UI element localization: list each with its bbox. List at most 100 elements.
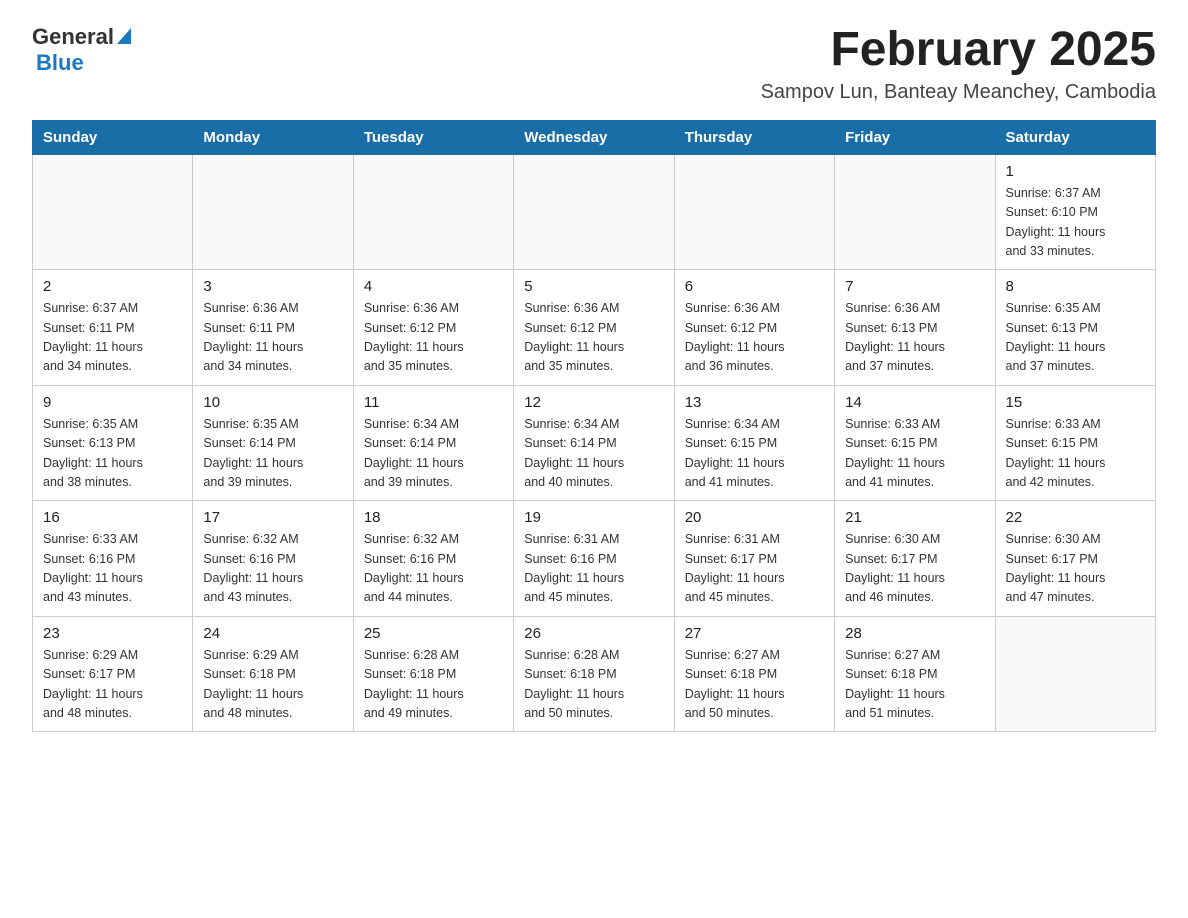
day-number: 26 xyxy=(524,625,663,642)
day-number: 3 xyxy=(203,278,342,295)
logo-blue-text: Blue xyxy=(36,50,84,76)
day-number: 21 xyxy=(845,509,984,526)
day-info: Sunrise: 6:35 AM Sunset: 6:13 PM Dayligh… xyxy=(1006,299,1145,377)
calendar-cell xyxy=(353,154,513,270)
calendar-cell: 5Sunrise: 6:36 AM Sunset: 6:12 PM Daylig… xyxy=(514,270,674,386)
day-number: 23 xyxy=(43,625,182,642)
day-info: Sunrise: 6:34 AM Sunset: 6:14 PM Dayligh… xyxy=(524,415,663,493)
day-info: Sunrise: 6:27 AM Sunset: 6:18 PM Dayligh… xyxy=(685,646,824,724)
day-number: 22 xyxy=(1006,509,1145,526)
calendar-week-row: 1 Sunrise: 6:37 AM Sunset: 6:10 PM Daylig… xyxy=(33,154,1156,270)
day-number: 12 xyxy=(524,394,663,411)
day-number: 1 xyxy=(1006,163,1145,180)
calendar-cell: 19 Sunrise: 6:31 AM Sunset: 6:16 PM Dayli… xyxy=(514,501,674,617)
page-header: General Blue February 2025 Sampov Lun, B… xyxy=(32,24,1156,104)
day-info: Sunrise: 6:33 AM Sunset: 6:15 PM Dayligh… xyxy=(1006,415,1145,493)
calendar-cell: 28 Sunrise: 6:27 AM Sunset: 6:18 PM Dayli… xyxy=(835,616,995,732)
day-info: Sunrise: 6:31 AM Sunset: 6:17 PM Dayligh… xyxy=(685,530,824,608)
day-info: Sunrise: 6:33 AM Sunset: 6:15 PM Dayligh… xyxy=(845,415,984,493)
calendar-cell: 11 Sunrise: 6:34 AM Sunset: 6:14 PM Dayli… xyxy=(353,385,513,501)
day-number: 25 xyxy=(364,625,503,642)
calendar-dow-monday: Monday xyxy=(193,120,353,154)
logo-triangle-icon xyxy=(117,28,131,49)
calendar-week-row: 16 Sunrise: 6:33 AM Sunset: 6:16 PM Dayli… xyxy=(33,501,1156,617)
day-number: 7 xyxy=(845,278,984,295)
day-number: 17 xyxy=(203,509,342,526)
calendar-dow-sunday: Sunday xyxy=(33,120,193,154)
day-info: Sunrise: 6:30 AM Sunset: 6:17 PM Dayligh… xyxy=(1006,530,1145,608)
calendar-cell xyxy=(995,616,1155,732)
calendar-dow-wednesday: Wednesday xyxy=(514,120,674,154)
day-info: Sunrise: 6:29 AM Sunset: 6:18 PM Dayligh… xyxy=(203,646,342,724)
calendar-cell xyxy=(674,154,834,270)
calendar-cell: 6 Sunrise: 6:36 AM Sunset: 6:12 PM Daylig… xyxy=(674,270,834,386)
day-info: Sunrise: 6:33 AM Sunset: 6:16 PM Dayligh… xyxy=(43,530,182,608)
calendar-cell: 17 Sunrise: 6:32 AM Sunset: 6:16 PM Dayli… xyxy=(193,501,353,617)
logo: General Blue xyxy=(32,24,131,76)
day-info: Sunrise: 6:35 AM Sunset: 6:13 PM Dayligh… xyxy=(43,415,182,493)
location-subtitle: Sampov Lun, Banteay Meanchey, Cambodia xyxy=(761,81,1156,104)
day-info: Sunrise: 6:36 AM Sunset: 6:12 PM Dayligh… xyxy=(364,299,503,377)
calendar-dow-tuesday: Tuesday xyxy=(353,120,513,154)
day-info: Sunrise: 6:36 AM Sunset: 6:11 PM Dayligh… xyxy=(203,299,342,377)
day-info: Sunrise: 6:27 AM Sunset: 6:18 PM Dayligh… xyxy=(845,646,984,724)
day-info: Sunrise: 6:34 AM Sunset: 6:14 PM Dayligh… xyxy=(364,415,503,493)
calendar-cell: 27 Sunrise: 6:27 AM Sunset: 6:18 PM Dayli… xyxy=(674,616,834,732)
day-number: 2 xyxy=(43,278,182,295)
day-info: Sunrise: 6:37 AM Sunset: 6:11 PM Dayligh… xyxy=(43,299,182,377)
day-info: Sunrise: 6:29 AM Sunset: 6:17 PM Dayligh… xyxy=(43,646,182,724)
calendar-week-row: 23 Sunrise: 6:29 AM Sunset: 6:17 PM Dayli… xyxy=(33,616,1156,732)
day-info: Sunrise: 6:32 AM Sunset: 6:16 PM Dayligh… xyxy=(364,530,503,608)
day-info: Sunrise: 6:36 AM Sunset: 6:13 PM Dayligh… xyxy=(845,299,984,377)
calendar-cell: 26 Sunrise: 6:28 AM Sunset: 6:18 PM Dayli… xyxy=(514,616,674,732)
day-info: Sunrise: 6:30 AM Sunset: 6:17 PM Dayligh… xyxy=(845,530,984,608)
day-number: 15 xyxy=(1006,394,1145,411)
day-number: 6 xyxy=(685,278,824,295)
month-title: February 2025 xyxy=(761,24,1156,77)
day-number: 20 xyxy=(685,509,824,526)
calendar-table: SundayMondayTuesdayWednesdayThursdayFrid… xyxy=(32,120,1156,733)
logo-general-text: General xyxy=(32,24,114,50)
calendar-cell xyxy=(193,154,353,270)
day-number: 18 xyxy=(364,509,503,526)
calendar-header-row: SundayMondayTuesdayWednesdayThursdayFrid… xyxy=(33,120,1156,154)
day-number: 27 xyxy=(685,625,824,642)
calendar-cell: 12 Sunrise: 6:34 AM Sunset: 6:14 PM Dayli… xyxy=(514,385,674,501)
calendar-cell: 8Sunrise: 6:35 AM Sunset: 6:13 PM Daylig… xyxy=(995,270,1155,386)
calendar-cell: 21 Sunrise: 6:30 AM Sunset: 6:17 PM Dayli… xyxy=(835,501,995,617)
calendar-cell xyxy=(514,154,674,270)
day-info: Sunrise: 6:37 AM Sunset: 6:10 PM Dayligh… xyxy=(1006,184,1145,262)
day-info: Sunrise: 6:28 AM Sunset: 6:18 PM Dayligh… xyxy=(524,646,663,724)
day-number: 14 xyxy=(845,394,984,411)
calendar-dow-friday: Friday xyxy=(835,120,995,154)
calendar-cell: 3 Sunrise: 6:36 AM Sunset: 6:11 PM Daylig… xyxy=(193,270,353,386)
day-info: Sunrise: 6:36 AM Sunset: 6:12 PM Dayligh… xyxy=(524,299,663,377)
calendar-cell: 25 Sunrise: 6:28 AM Sunset: 6:18 PM Dayli… xyxy=(353,616,513,732)
calendar-cell: 4 Sunrise: 6:36 AM Sunset: 6:12 PM Daylig… xyxy=(353,270,513,386)
calendar-cell: 24 Sunrise: 6:29 AM Sunset: 6:18 PM Dayli… xyxy=(193,616,353,732)
day-number: 19 xyxy=(524,509,663,526)
calendar-cell xyxy=(33,154,193,270)
day-info: Sunrise: 6:36 AM Sunset: 6:12 PM Dayligh… xyxy=(685,299,824,377)
calendar-cell: 2 Sunrise: 6:37 AM Sunset: 6:11 PM Daylig… xyxy=(33,270,193,386)
calendar-cell: 16 Sunrise: 6:33 AM Sunset: 6:16 PM Dayli… xyxy=(33,501,193,617)
calendar-cell xyxy=(835,154,995,270)
day-number: 28 xyxy=(845,625,984,642)
calendar-cell: 9 Sunrise: 6:35 AM Sunset: 6:13 PM Daylig… xyxy=(33,385,193,501)
calendar-cell: 1 Sunrise: 6:37 AM Sunset: 6:10 PM Daylig… xyxy=(995,154,1155,270)
day-number: 4 xyxy=(364,278,503,295)
day-info: Sunrise: 6:32 AM Sunset: 6:16 PM Dayligh… xyxy=(203,530,342,608)
day-number: 16 xyxy=(43,509,182,526)
day-number: 13 xyxy=(685,394,824,411)
day-number: 24 xyxy=(203,625,342,642)
calendar-dow-thursday: Thursday xyxy=(674,120,834,154)
calendar-dow-saturday: Saturday xyxy=(995,120,1155,154)
day-info: Sunrise: 6:31 AM Sunset: 6:16 PM Dayligh… xyxy=(524,530,663,608)
calendar-cell: 14 Sunrise: 6:33 AM Sunset: 6:15 PM Dayli… xyxy=(835,385,995,501)
title-area: February 2025 Sampov Lun, Banteay Meanch… xyxy=(761,24,1156,104)
day-number: 9 xyxy=(43,394,182,411)
day-info: Sunrise: 6:35 AM Sunset: 6:14 PM Dayligh… xyxy=(203,415,342,493)
day-number: 11 xyxy=(364,394,503,411)
calendar-cell: 22 Sunrise: 6:30 AM Sunset: 6:17 PM Dayli… xyxy=(995,501,1155,617)
day-info: Sunrise: 6:28 AM Sunset: 6:18 PM Dayligh… xyxy=(364,646,503,724)
